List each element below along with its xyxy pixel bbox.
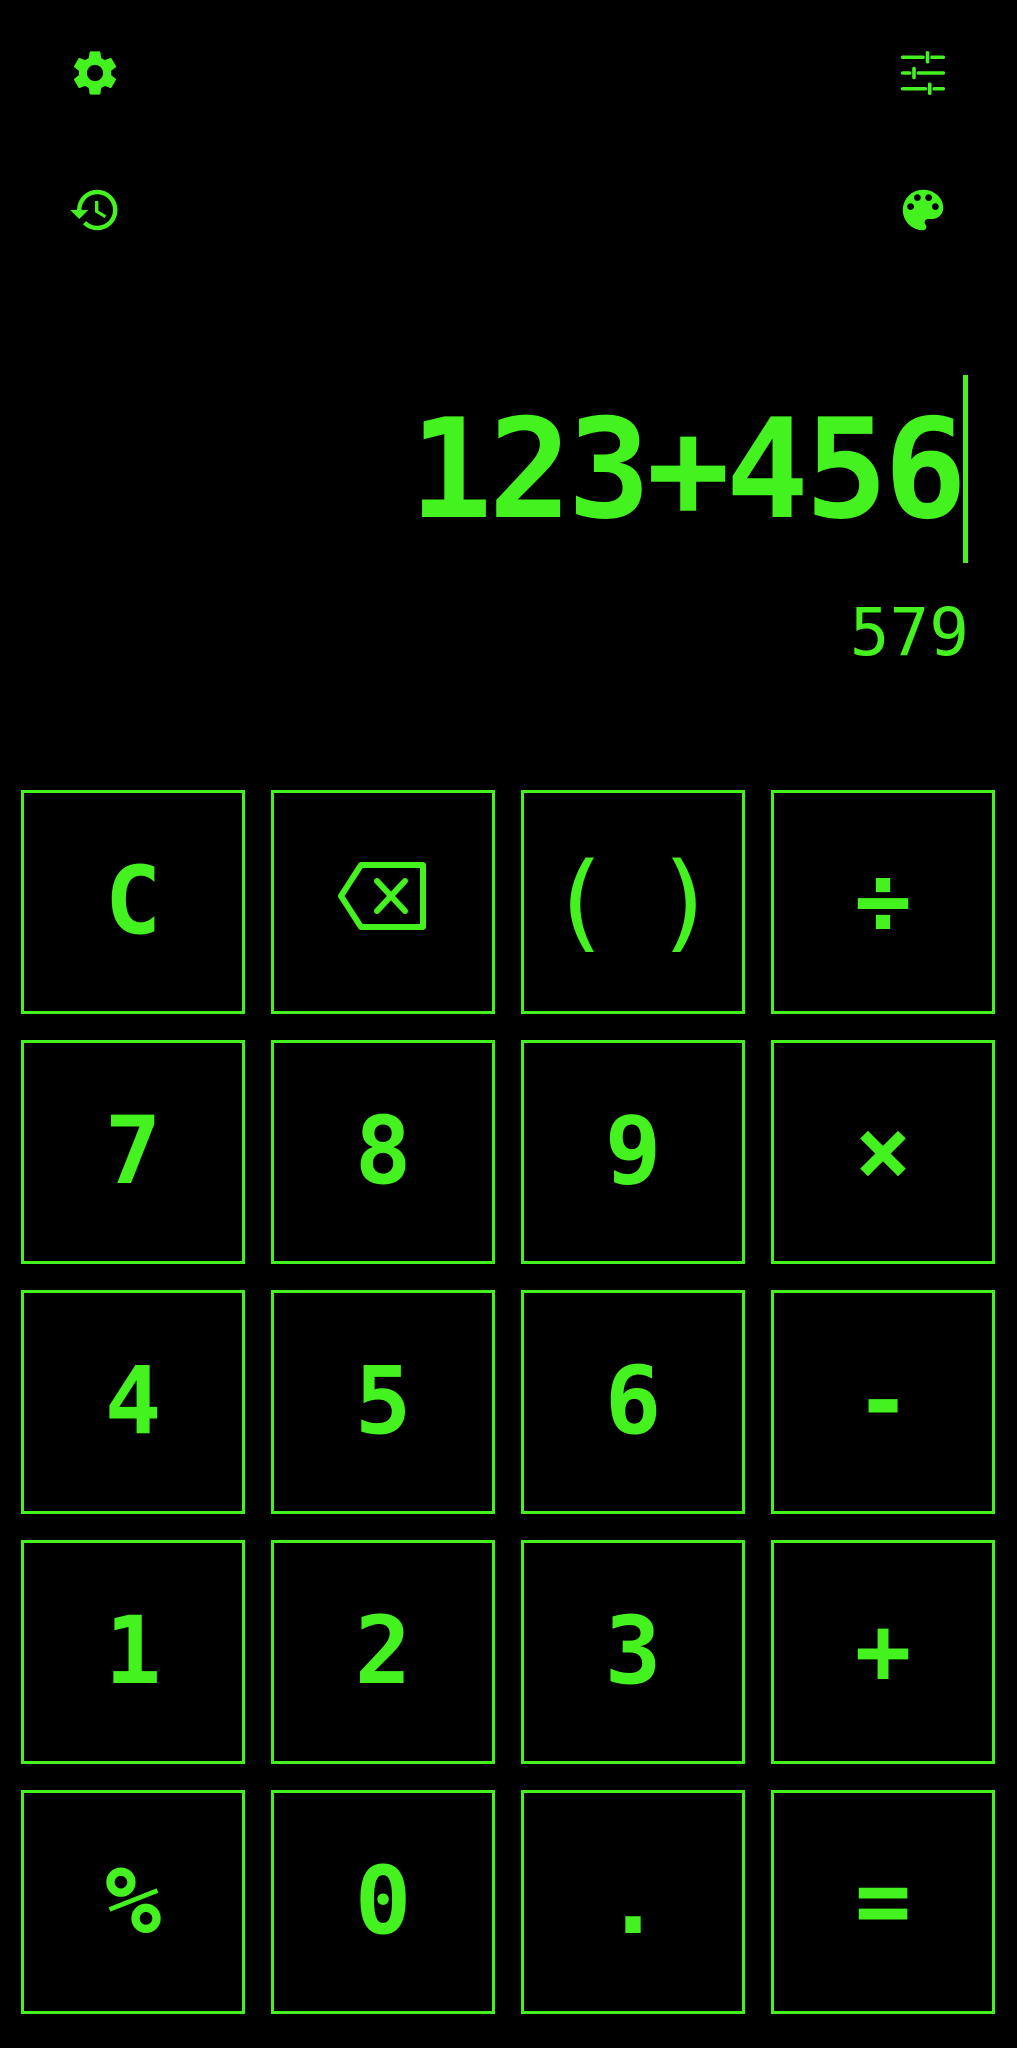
add-button[interactable]: + (771, 1540, 995, 1764)
key-label: 9 (604, 1097, 662, 1206)
text-cursor (963, 375, 968, 563)
digit-6-button[interactable]: 6 (521, 1290, 745, 1514)
key-label: 6 (604, 1347, 662, 1456)
key-label: - (854, 1347, 912, 1456)
digit-3-button[interactable]: 3 (521, 1540, 745, 1764)
history-icon (68, 183, 122, 241)
subtract-button[interactable]: - (771, 1290, 995, 1514)
digit-7-button[interactable]: 7 (21, 1040, 245, 1264)
key-label: 1 (104, 1597, 162, 1706)
digit-9-button[interactable]: 9 (521, 1040, 745, 1264)
multiply-button[interactable]: × (771, 1040, 995, 1264)
divide-button[interactable]: ÷ (771, 790, 995, 1014)
backspace-icon (335, 855, 431, 949)
equals-button[interactable]: = (771, 1790, 995, 2014)
palette-icon (896, 183, 950, 241)
digit-1-button[interactable]: 1 (21, 1540, 245, 1764)
key-label: + (854, 1597, 912, 1706)
percent-button[interactable]: % (21, 1790, 245, 2014)
decimal-button[interactable]: . (521, 1790, 745, 2014)
parentheses-button[interactable]: () (521, 790, 745, 1014)
backspace-button[interactable] (271, 790, 495, 1014)
key-label: 0 (354, 1847, 412, 1956)
digit-2-button[interactable]: 2 (271, 1540, 495, 1764)
keypad: C () ÷ 7 8 9 × 4 5 6 - 1 2 3 + % 0 . = (21, 790, 997, 2016)
key-label: C (104, 847, 162, 956)
theme-button[interactable] (883, 172, 963, 252)
key-label: 8 (354, 1097, 412, 1206)
key-label: × (854, 1097, 912, 1206)
tune-button[interactable] (883, 35, 963, 115)
result-preview: 579 (849, 594, 969, 671)
expression-input[interactable]: 123+456 (409, 375, 967, 565)
clear-button[interactable]: C (21, 790, 245, 1014)
key-label: () (548, 840, 760, 963)
key-label: = (854, 1847, 912, 1956)
key-label: % (104, 1847, 162, 1956)
key-label: 3 (604, 1597, 662, 1706)
digit-8-button[interactable]: 8 (271, 1040, 495, 1264)
key-label: ÷ (854, 847, 912, 956)
key-label: 2 (354, 1597, 412, 1706)
digit-5-button[interactable]: 5 (271, 1290, 495, 1514)
key-label: 5 (354, 1347, 412, 1456)
settings-button[interactable] (55, 35, 135, 115)
settings-gear-icon (68, 46, 122, 104)
tune-sliders-icon (896, 46, 950, 104)
digit-4-button[interactable]: 4 (21, 1290, 245, 1514)
history-button[interactable] (55, 172, 135, 252)
key-label: . (604, 1847, 662, 1956)
digit-0-button[interactable]: 0 (271, 1790, 495, 2014)
key-label: 4 (104, 1347, 162, 1456)
key-label: 7 (104, 1097, 162, 1206)
